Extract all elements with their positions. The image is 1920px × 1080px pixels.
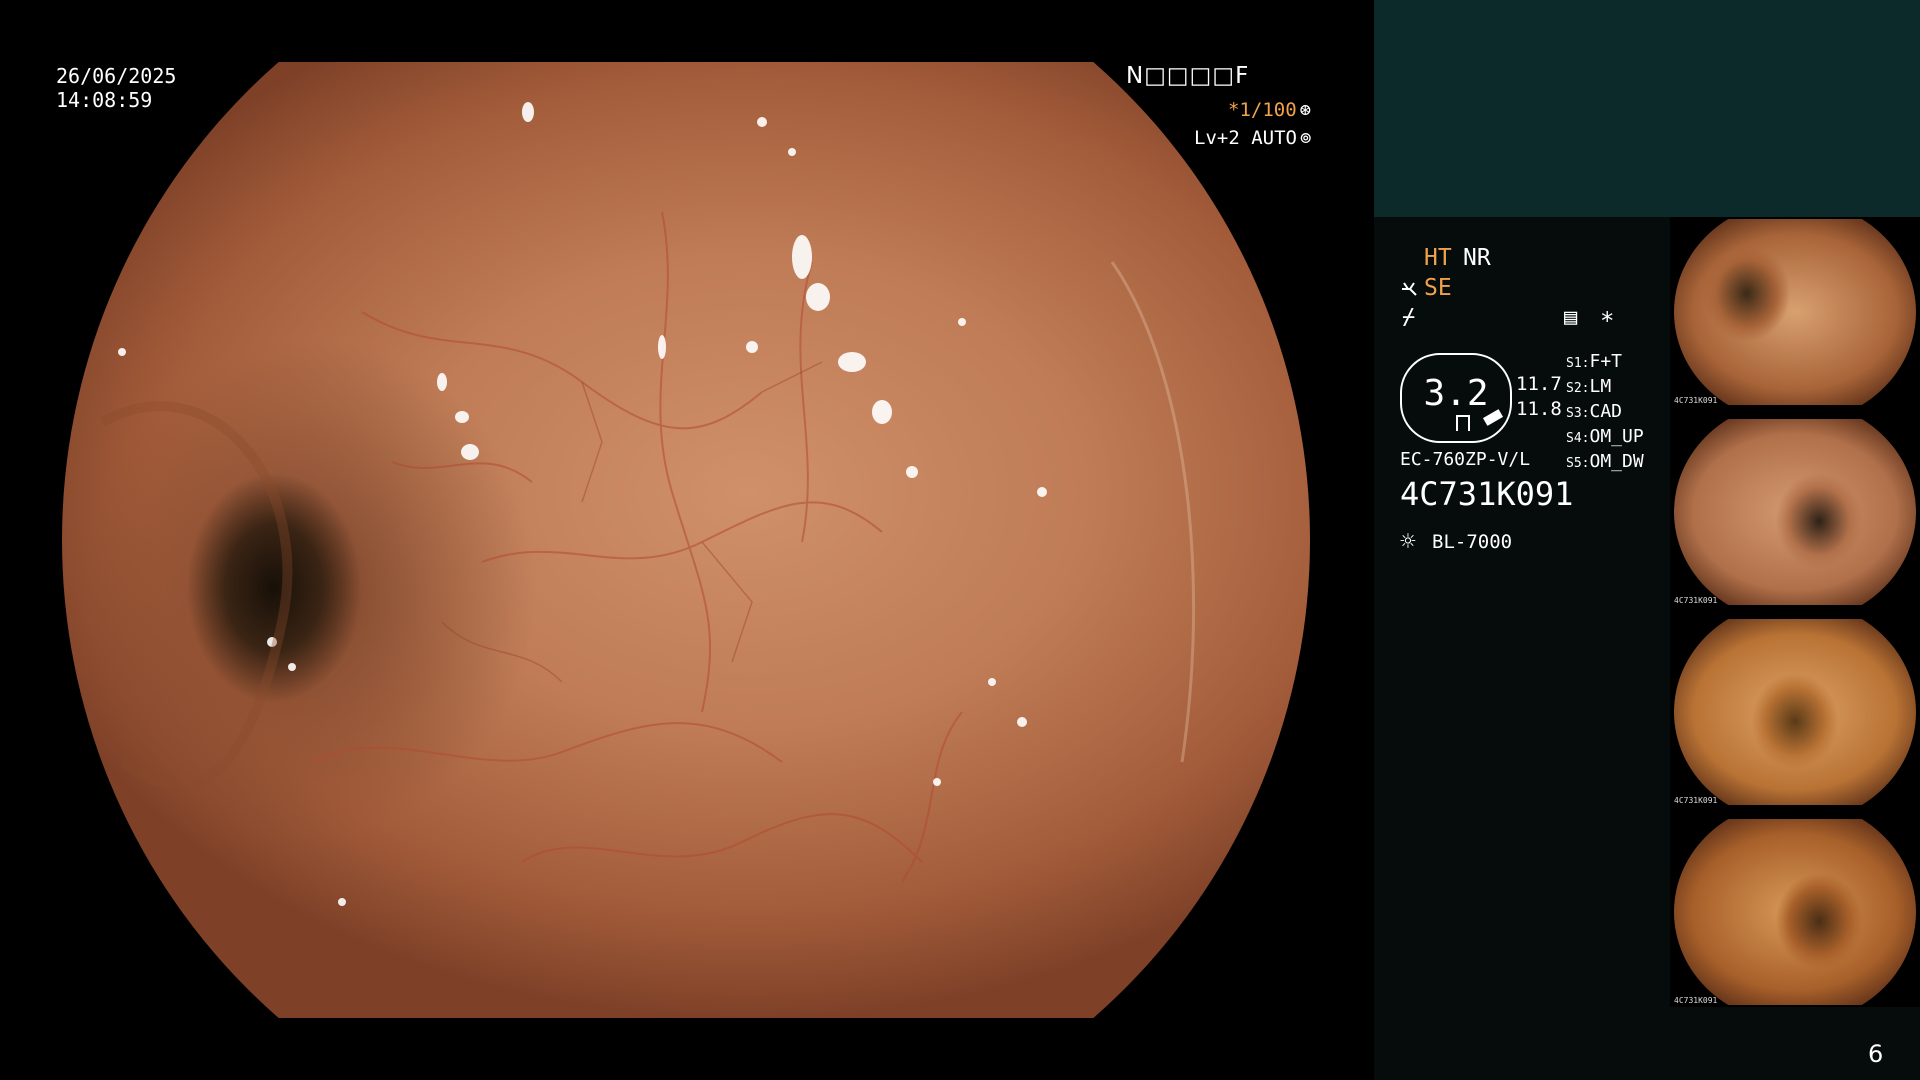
thumbnail-caption: 4C731K091 bbox=[1674, 596, 1718, 605]
page-number: 6 bbox=[1868, 1040, 1884, 1068]
preset-value: OM_DW bbox=[1589, 451, 1644, 472]
preset-key: S4: bbox=[1566, 431, 1590, 446]
shutter-icon: ⊛ bbox=[1299, 99, 1312, 121]
scope-bend-icon bbox=[1402, 282, 1417, 296]
thumbnail-caption: 4C731K091 bbox=[1674, 396, 1718, 405]
preset-item: S3:CAD bbox=[1566, 401, 1644, 426]
datetime-readout: 26/06/2025 14:08:59 bbox=[56, 64, 176, 112]
menu-icon: ▤ bbox=[1564, 305, 1578, 330]
auto-iris-icon: ⊚ bbox=[1299, 127, 1312, 149]
thumbnail-image bbox=[1674, 619, 1916, 805]
preset-value: OM_UP bbox=[1589, 426, 1644, 447]
capture-thumbnail[interactable]: 4C731K091 bbox=[1670, 417, 1920, 607]
scope-serial-label: 4C731K091 bbox=[1400, 475, 1574, 513]
level-readout: Lv+2 AUTO ⊚ bbox=[1194, 126, 1311, 150]
time-label: 14:08:59 bbox=[56, 88, 153, 112]
preset-key: S2: bbox=[1566, 381, 1590, 396]
preset-value: CAD bbox=[1589, 401, 1622, 422]
capture-thumbnail[interactable]: 4C731K091 bbox=[1670, 817, 1920, 1007]
preset-key: S3: bbox=[1566, 406, 1590, 421]
se-label: SE bbox=[1424, 275, 1452, 301]
preset-item: S4:OM_UP bbox=[1566, 426, 1644, 451]
meter-readout-2: 11.8 bbox=[1516, 398, 1562, 420]
preset-value: F+T bbox=[1589, 351, 1622, 372]
shutter-readout: *1/100 ⊛ bbox=[1228, 98, 1311, 122]
nr-label: NR bbox=[1463, 245, 1491, 271]
capture-thumbnail[interactable]: 4C731K091 bbox=[1670, 617, 1920, 807]
thumbnail-image bbox=[1674, 419, 1916, 605]
preset-list: S1:F+T S2:LM S3:CAD S4:OM_UP S5:OM_DW bbox=[1566, 351, 1644, 476]
scope-info-panel: HT NR SE ⌿ ▤ * 3.2 11.7 11.8 S1:F+T S2:L… bbox=[1374, 217, 1670, 1080]
meter-readout-1: 11.7 bbox=[1516, 373, 1562, 395]
meter-value: 3.2 bbox=[1423, 373, 1489, 414]
endoscope-main-view bbox=[62, 62, 1310, 1018]
preset-item: S5:OM_DW bbox=[1566, 451, 1644, 476]
preset-key: S1: bbox=[1566, 356, 1590, 371]
ht-label: HT bbox=[1424, 245, 1452, 271]
date-label: 26/06/2025 bbox=[56, 64, 177, 88]
light-source-icon: ☼ bbox=[1400, 527, 1416, 557]
mucosa-vessels-overlay bbox=[99, 102, 1196, 906]
thumbnail-image bbox=[1674, 219, 1916, 405]
light-source-label: BL-7000 bbox=[1432, 531, 1513, 553]
scope-model-label: EC-760ZP-V/L bbox=[1400, 449, 1531, 470]
magnification-meter: 3.2 bbox=[1400, 353, 1512, 443]
preset-item: S2:LM bbox=[1566, 376, 1644, 401]
shutter-label: *1/100 bbox=[1228, 99, 1297, 121]
mode-code-label: N□□□□F bbox=[1126, 63, 1250, 89]
preset-item: S1:F+T bbox=[1566, 351, 1644, 376]
star-marker: * bbox=[1600, 307, 1615, 335]
freeze-icon: ⌿ bbox=[1402, 305, 1416, 330]
meter-notch bbox=[1456, 415, 1470, 431]
preset-value: LM bbox=[1589, 376, 1612, 397]
level-label: Lv+2 AUTO bbox=[1194, 127, 1297, 149]
preset-key: S5: bbox=[1566, 456, 1590, 471]
thumbnail-caption: 4C731K091 bbox=[1674, 796, 1718, 805]
panel-header-area bbox=[1374, 0, 1920, 217]
thumbnail-caption: 4C731K091 bbox=[1674, 996, 1718, 1005]
thumbnail-image bbox=[1674, 819, 1916, 1005]
capture-thumbnail[interactable]: 4C731K091 bbox=[1670, 217, 1920, 407]
